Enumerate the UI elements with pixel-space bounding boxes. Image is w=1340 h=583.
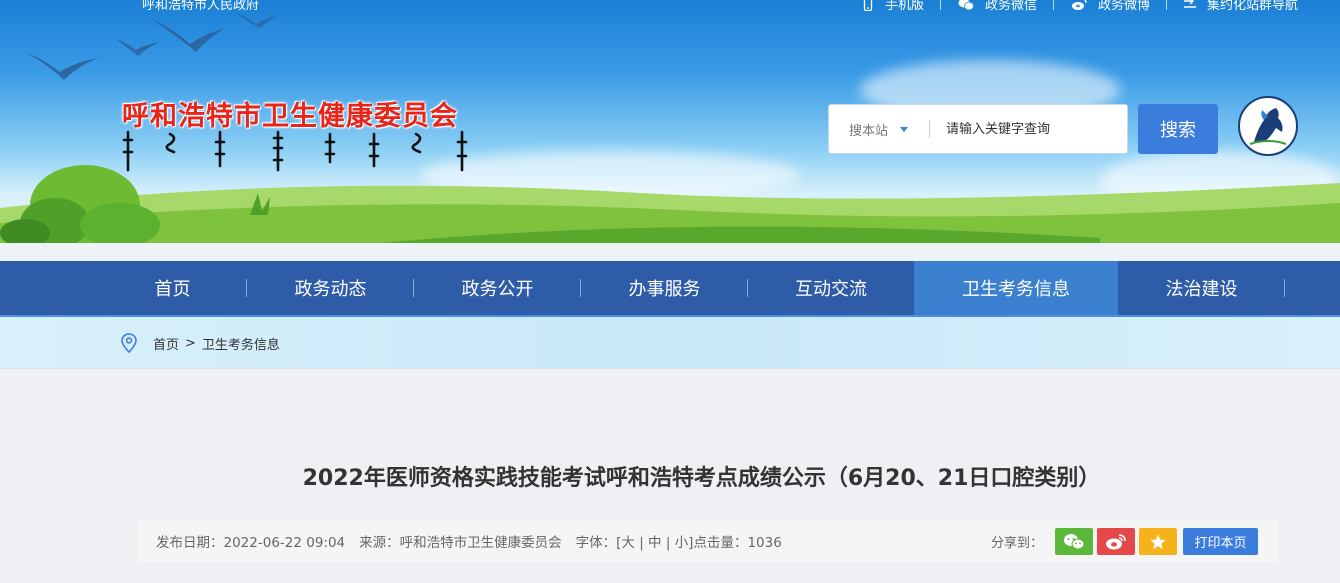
sitemap-icon	[1183, 0, 1196, 8]
header-banner: 呼和浩特市人民政府 手机版 政务微信 政务微博 集约化站群导航 呼和浩特市卫生健…	[0, 0, 1340, 243]
hit-count: 点击量：1036	[693, 535, 782, 551]
divider	[1284, 279, 1285, 297]
share-bar: 分享到： 打印本页	[991, 528, 1258, 555]
weibo-link-label: 政务微博	[1097, 0, 1150, 13]
horse-emblem-logo	[1238, 96, 1298, 156]
breadcrumb-bar: 首页 > 卫生考务信息	[0, 317, 1340, 369]
nav-item-services[interactable]: 办事服务	[581, 261, 748, 315]
mobile-link[interactable]: 手机版	[861, 0, 924, 13]
breadcrumb: 首页 > 卫生考务信息	[120, 333, 286, 353]
search-input[interactable]	[930, 121, 1127, 137]
nav-item-label: 首页	[154, 279, 191, 300]
divider	[1052, 0, 1054, 10]
nav-item-label: 法治建设	[1165, 279, 1238, 300]
nav-item-label: 办事服务	[628, 279, 701, 300]
share-wechat-button[interactable]	[1055, 528, 1093, 555]
font-size-switcher[interactable]: 字体：[大 | 中 | 小]	[576, 531, 694, 551]
breadcrumb-home-link[interactable]: 首页	[153, 334, 179, 353]
nav-item-label: 卫生考务信息	[962, 279, 1070, 300]
search-scope-dropdown[interactable]: 搜本站	[829, 120, 929, 139]
nav-spacer	[0, 243, 1340, 261]
print-button[interactable]: 打印本页	[1183, 528, 1258, 555]
mongolian-script-title	[122, 130, 468, 172]
wechat-link[interactable]: 政务微信	[957, 0, 1037, 13]
star-icon	[1150, 534, 1166, 549]
weibo-link[interactable]: 政务微博	[1070, 0, 1150, 13]
location-pin-icon	[121, 333, 137, 353]
top-links: 手机版 政务微信 政务微博 集约化站群导航	[845, 0, 1298, 13]
wechat-icon	[1064, 533, 1085, 549]
article-source: 来源：呼和浩特市卫生健康委员会	[359, 535, 562, 551]
nav-item-gov-open[interactable]: 政务公开	[414, 261, 581, 315]
nav-item-exam-info[interactable]: 卫生考务信息	[914, 261, 1118, 315]
nav-item-interaction[interactable]: 互动交流	[748, 261, 914, 315]
divider	[939, 0, 941, 10]
divider	[1165, 0, 1167, 10]
search-button[interactable]: 搜索	[1138, 104, 1218, 154]
wechat-link-label: 政务微信	[984, 0, 1037, 13]
nav-item-gov-news[interactable]: 政务动态	[247, 261, 414, 315]
article-title: 2022年医师资格实践技能考试呼和浩特考点成绩公示（6月20、21日口腔类别）	[302, 466, 1101, 491]
caret-down-icon	[900, 126, 909, 132]
nav-item-label: 互动交流	[795, 279, 867, 300]
sitemap-link[interactable]: 集约化站群导航	[1183, 0, 1298, 13]
weibo-icon	[1106, 533, 1126, 549]
site-title: 呼和浩特市卫生健康委员会	[122, 101, 458, 132]
nav-item-home[interactable]: 首页	[98, 261, 247, 315]
share-favorite-button[interactable]	[1139, 528, 1177, 555]
birds-illustration	[25, 12, 278, 80]
nav-item-label: 政务动态	[294, 279, 367, 300]
search-box: 搜本站	[828, 104, 1128, 154]
weibo-icon	[1071, 0, 1087, 10]
article-meta-bar: 发布日期：2022-06-22 09:04 来源：呼和浩特市卫生健康委员会 字体…	[138, 520, 1278, 562]
breadcrumb-separator: >	[185, 335, 196, 351]
breadcrumb-current[interactable]: 卫生考务信息	[202, 334, 280, 353]
horse-icon	[1249, 108, 1287, 145]
nav-item-label: 政务公开	[461, 279, 534, 300]
publish-date: 发布日期：2022-06-22 09:04	[156, 535, 346, 551]
main-nav: 首页 政务动态 政务公开 办事服务 互动交流 卫生考务信息 法治建设	[0, 261, 1340, 315]
search-scope-label: 搜本站	[849, 123, 889, 139]
top-utility-bar: 呼和浩特市人民政府 手机版 政务微信 政务微博 集约化站群导航	[0, 0, 1340, 14]
gov-name-link[interactable]: 呼和浩特市人民政府	[142, 0, 259, 13]
mobile-icon	[863, 0, 873, 11]
wechat-icon	[958, 0, 974, 10]
sitemap-link-label: 集约化站群导航	[1206, 0, 1298, 13]
main-nav-items: 首页 政务动态 政务公开 办事服务 互动交流 卫生考务信息 法治建设	[98, 261, 1285, 315]
nav-item-legal[interactable]: 法治建设	[1118, 261, 1285, 315]
mobile-link-label: 手机版	[884, 0, 924, 13]
share-label: 分享到：	[990, 536, 1043, 551]
share-weibo-button[interactable]	[1097, 528, 1135, 555]
